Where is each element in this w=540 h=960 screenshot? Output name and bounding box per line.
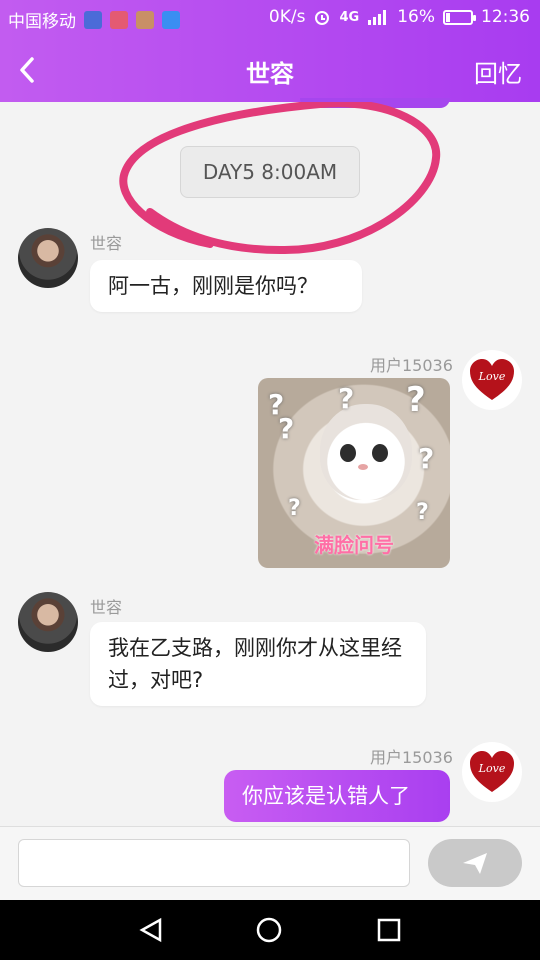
time-divider: DAY5 8:00AM — [180, 146, 360, 198]
app-notification-icon — [110, 10, 128, 29]
send-paper-plane-icon — [463, 853, 487, 874]
user-avatar[interactable]: Love — [462, 350, 522, 410]
chat-title: 世容 — [246, 60, 294, 88]
message-bubble-left[interactable]: 我在乙支路，刚刚你才从这里经过，对吧? — [90, 622, 426, 706]
contact-avatar[interactable] — [18, 228, 78, 288]
love-heart-icon: Love — [470, 751, 514, 792]
sender-name: 用户15036 — [370, 748, 453, 767]
sticker-image[interactable]: ? ? ? ? ? ? ? 满脸问号 — [258, 378, 450, 568]
sender-name: 世容 — [90, 234, 123, 253]
cat-eye — [340, 444, 356, 462]
recent-apps-square-icon[interactable] — [374, 915, 404, 945]
status-bar: 中国移动 0K/s 4G 16% 12:36 — [0, 0, 540, 36]
send-button[interactable] — [428, 839, 522, 887]
love-text: Love — [478, 370, 506, 383]
alarm-clock-icon — [315, 11, 330, 25]
contact-avatar[interactable] — [18, 592, 78, 652]
cat-nose — [358, 464, 368, 470]
back-triangle-icon[interactable] — [136, 915, 166, 945]
user-avatar[interactable]: Love — [462, 742, 522, 802]
question-mark-icon: ? — [338, 382, 355, 415]
signal-icon — [368, 10, 387, 25]
battery-percent: 16% — [397, 7, 435, 27]
question-mark-icon: ? — [416, 500, 429, 525]
question-mark-icon: ? — [406, 380, 426, 420]
message-input[interactable] — [18, 839, 410, 887]
love-text: Love — [478, 762, 506, 775]
battery-icon — [443, 9, 476, 25]
sender-name: 用户15036 — [370, 356, 453, 375]
cat-eye — [372, 444, 388, 462]
cat-face — [320, 404, 412, 500]
question-mark-icon: ? — [278, 412, 295, 445]
memory-button[interactable]: 回忆 — [474, 54, 522, 89]
input-bar — [0, 826, 540, 900]
sender-name: 世容 — [90, 598, 123, 617]
chat-header: 世容 回忆 — [0, 36, 540, 102]
app-notification-icon — [136, 10, 154, 29]
app-notification-icon — [84, 10, 102, 29]
shield-icon — [162, 10, 180, 29]
message-bubble-left[interactable]: 阿一古，刚刚是你吗？ — [90, 260, 362, 312]
home-circle-icon[interactable] — [254, 915, 284, 945]
message-bubble-right[interactable]: 你应该是认错人了 — [224, 770, 450, 822]
sticker-caption: 满脸问号 — [314, 533, 394, 557]
clock-time: 12:36 — [481, 7, 530, 27]
chat-area[interactable]: DAY5 8:00AM 世容 阿一古，刚刚是你吗？ 用户15036 Love ?… — [0, 102, 540, 826]
carrier-label: 中国移动 — [8, 12, 76, 32]
network-speed: 0K/s — [268, 7, 306, 27]
nav-bar — [0, 900, 540, 960]
network-type: 4G — [339, 9, 360, 25]
love-heart-icon: Love — [470, 359, 514, 400]
question-mark-icon: ? — [418, 442, 435, 475]
question-mark-icon: ? — [288, 496, 301, 521]
